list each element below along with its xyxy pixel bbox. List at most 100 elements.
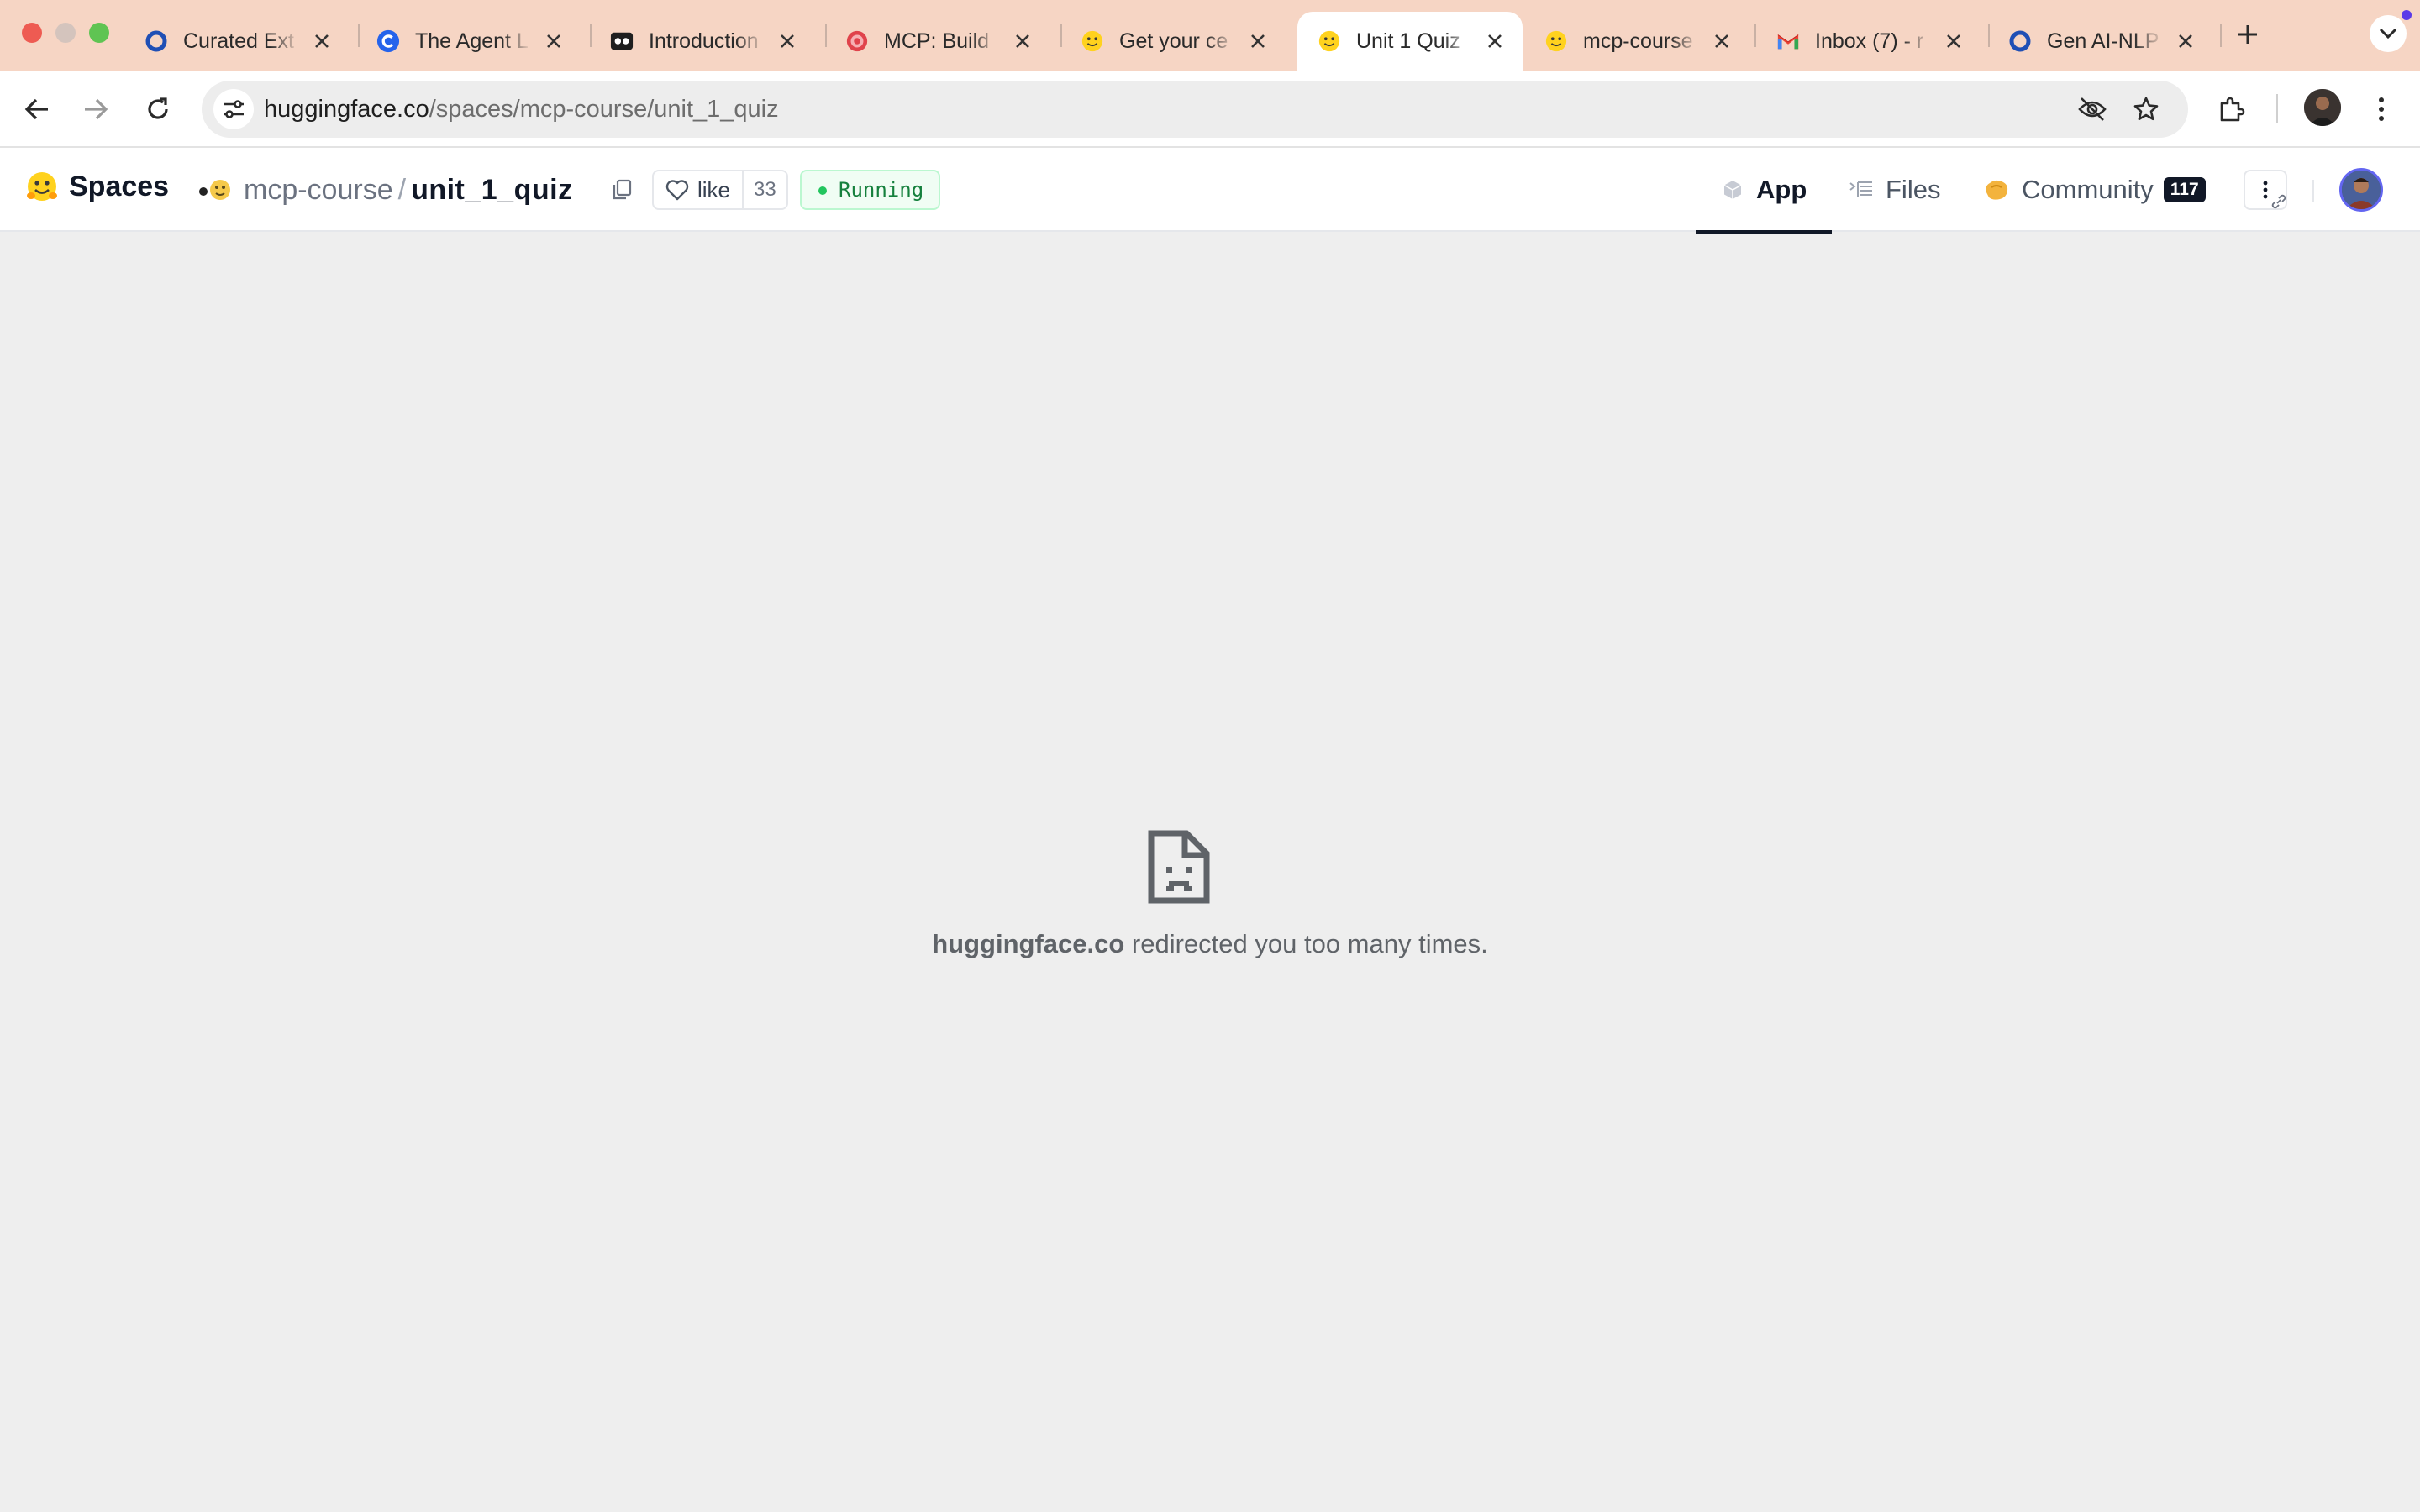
browser-tab[interactable]: Curated Ext	[124, 12, 350, 71]
like-toggle[interactable]: like	[654, 171, 742, 208]
reload-button[interactable]	[138, 89, 178, 129]
browser-tab[interactable]: Introduction	[590, 12, 815, 71]
tab-title: Introduction	[649, 29, 759, 53]
browser-tab[interactable]: mcp-course	[1524, 12, 1749, 71]
breadcrumb-separator: /	[397, 173, 407, 206]
site-info-button[interactable]	[213, 89, 254, 129]
tab-title: Inbox (7) - r	[1815, 29, 1924, 53]
forward-button[interactable]	[76, 89, 116, 129]
circle-o-icon	[2008, 29, 2032, 53]
hf-emoji-icon	[1081, 29, 1104, 53]
close-window-button[interactable]	[22, 23, 42, 43]
gmail-icon	[1776, 29, 1800, 53]
close-icon[interactable]	[1711, 30, 1733, 52]
like-label: like	[697, 176, 731, 202]
repo-name-link[interactable]: unit_1_quiz	[411, 174, 573, 207]
url-text[interactable]: huggingface.co/spaces/mcp-course/unit_1_…	[264, 96, 779, 123]
tab-app-label: App	[1756, 175, 1807, 204]
browser-tab[interactable]: The Agent L	[356, 12, 581, 71]
plus-icon	[2238, 25, 2257, 44]
status-dot	[818, 186, 827, 195]
tab-title: The Agent L	[415, 29, 529, 53]
sad-document-icon	[1148, 830, 1210, 904]
browser-tab[interactable]: Inbox (7) - r	[1756, 12, 1981, 71]
tab-community[interactable]: Community 117	[1983, 148, 2206, 232]
new-tab-button[interactable]	[2232, 18, 2264, 50]
tab-app[interactable]: App	[1696, 148, 1833, 234]
tab-title: Unit 1 Quiz	[1356, 29, 1460, 53]
close-icon[interactable]	[1247, 30, 1269, 52]
heart-icon	[666, 180, 689, 201]
back-button[interactable]	[17, 89, 57, 129]
close-icon[interactable]	[543, 30, 565, 52]
like-count[interactable]: 33	[742, 171, 786, 208]
hf-emoji-icon	[1318, 29, 1341, 53]
tab-title: Curated Ext	[183, 29, 295, 53]
hf-emoji-icon	[27, 172, 57, 201]
files-icon	[1849, 181, 1872, 197]
robot-icon	[610, 29, 634, 53]
error-message: huggingface.co redirected you too many t…	[0, 929, 2420, 959]
owner-link[interactable]: mcp-course	[244, 174, 393, 207]
maximize-window-button[interactable]	[89, 23, 109, 43]
browser-tab-active[interactable]: Unit 1 Quiz	[1297, 12, 1523, 71]
tab-search-button[interactable]	[2370, 15, 2407, 52]
brand-label: Spaces	[69, 170, 170, 202]
kebab-menu-icon	[2263, 181, 2268, 199]
tab-strip: Curated Ext The Agent L Introduction MCP…	[0, 0, 2420, 71]
close-icon[interactable]	[1943, 30, 1965, 52]
user-avatar[interactable]	[2339, 168, 2383, 212]
hf-space-header: Spaces mcp-course / unit_1_quiz like 33 …	[0, 148, 2420, 234]
toolbar-divider	[2276, 94, 2278, 123]
close-icon[interactable]	[311, 30, 333, 52]
circle-o-icon	[145, 29, 168, 53]
url-host: huggingface.co	[264, 96, 429, 123]
profile-avatar[interactable]	[2304, 89, 2341, 126]
tune-icon	[224, 100, 244, 118]
status-badge[interactable]: Running	[800, 170, 941, 210]
hf-emoji-icon	[1544, 29, 1568, 53]
arrow-left-icon	[24, 98, 48, 120]
url-path: /spaces/mcp-course/unit_1_quiz	[429, 96, 779, 123]
browser-tab[interactable]: MCP: Build	[825, 12, 1050, 71]
eye-off-icon	[2078, 97, 2107, 121]
bookmark-button[interactable]	[2126, 89, 2166, 129]
arrow-right-icon	[85, 98, 108, 120]
minimize-window-button[interactable]	[55, 23, 76, 43]
address-bar[interactable]: huggingface.co/spaces/mcp-course/unit_1_…	[202, 81, 2188, 138]
cube-icon	[1723, 181, 1742, 199]
c-logo-icon	[376, 29, 400, 53]
error-text: redirected you too many times.	[1124, 929, 1488, 958]
tab-separator	[2220, 24, 2222, 47]
browser-menu-button[interactable]	[2361, 89, 2402, 129]
tab-community-label: Community	[2022, 175, 2154, 204]
header-divider	[2312, 180, 2314, 202]
reload-icon	[148, 97, 168, 119]
copy-icon[interactable]	[610, 178, 634, 202]
extensions-button[interactable]	[2212, 89, 2252, 129]
browser-tab[interactable]: Gen AI-NLP	[1988, 12, 2213, 71]
tab-title: mcp-course	[1583, 29, 1693, 53]
tab-title: Gen AI-NLP	[2047, 29, 2160, 53]
close-icon[interactable]	[1484, 30, 1506, 52]
close-icon[interactable]	[2175, 30, 2196, 52]
star-icon	[2133, 97, 2159, 121]
breadcrumb: mcp-course / unit_1_quiz	[197, 170, 573, 210]
community-icon	[1986, 180, 2008, 200]
kebab-menu-icon	[2379, 97, 2384, 121]
status-label: Running	[839, 178, 924, 202]
spaces-home-link[interactable]: Spaces	[25, 170, 169, 203]
close-icon[interactable]	[1012, 30, 1034, 52]
tab-files[interactable]: Files	[1849, 148, 1940, 232]
link-icon	[2271, 194, 2286, 209]
browser-tab[interactable]: Get your ce	[1060, 12, 1286, 71]
like-button[interactable]: like 33	[652, 170, 788, 210]
tab-title: Get your ce	[1119, 29, 1228, 53]
close-icon[interactable]	[776, 30, 798, 52]
org-avatar-icon	[199, 180, 230, 200]
target-logo-icon	[845, 29, 869, 53]
error-host: huggingface.co	[932, 929, 1125, 958]
community-count-badge: 117	[2163, 177, 2206, 202]
tab-title: MCP: Build	[884, 29, 990, 53]
eye-off-button[interactable]	[2072, 89, 2112, 129]
